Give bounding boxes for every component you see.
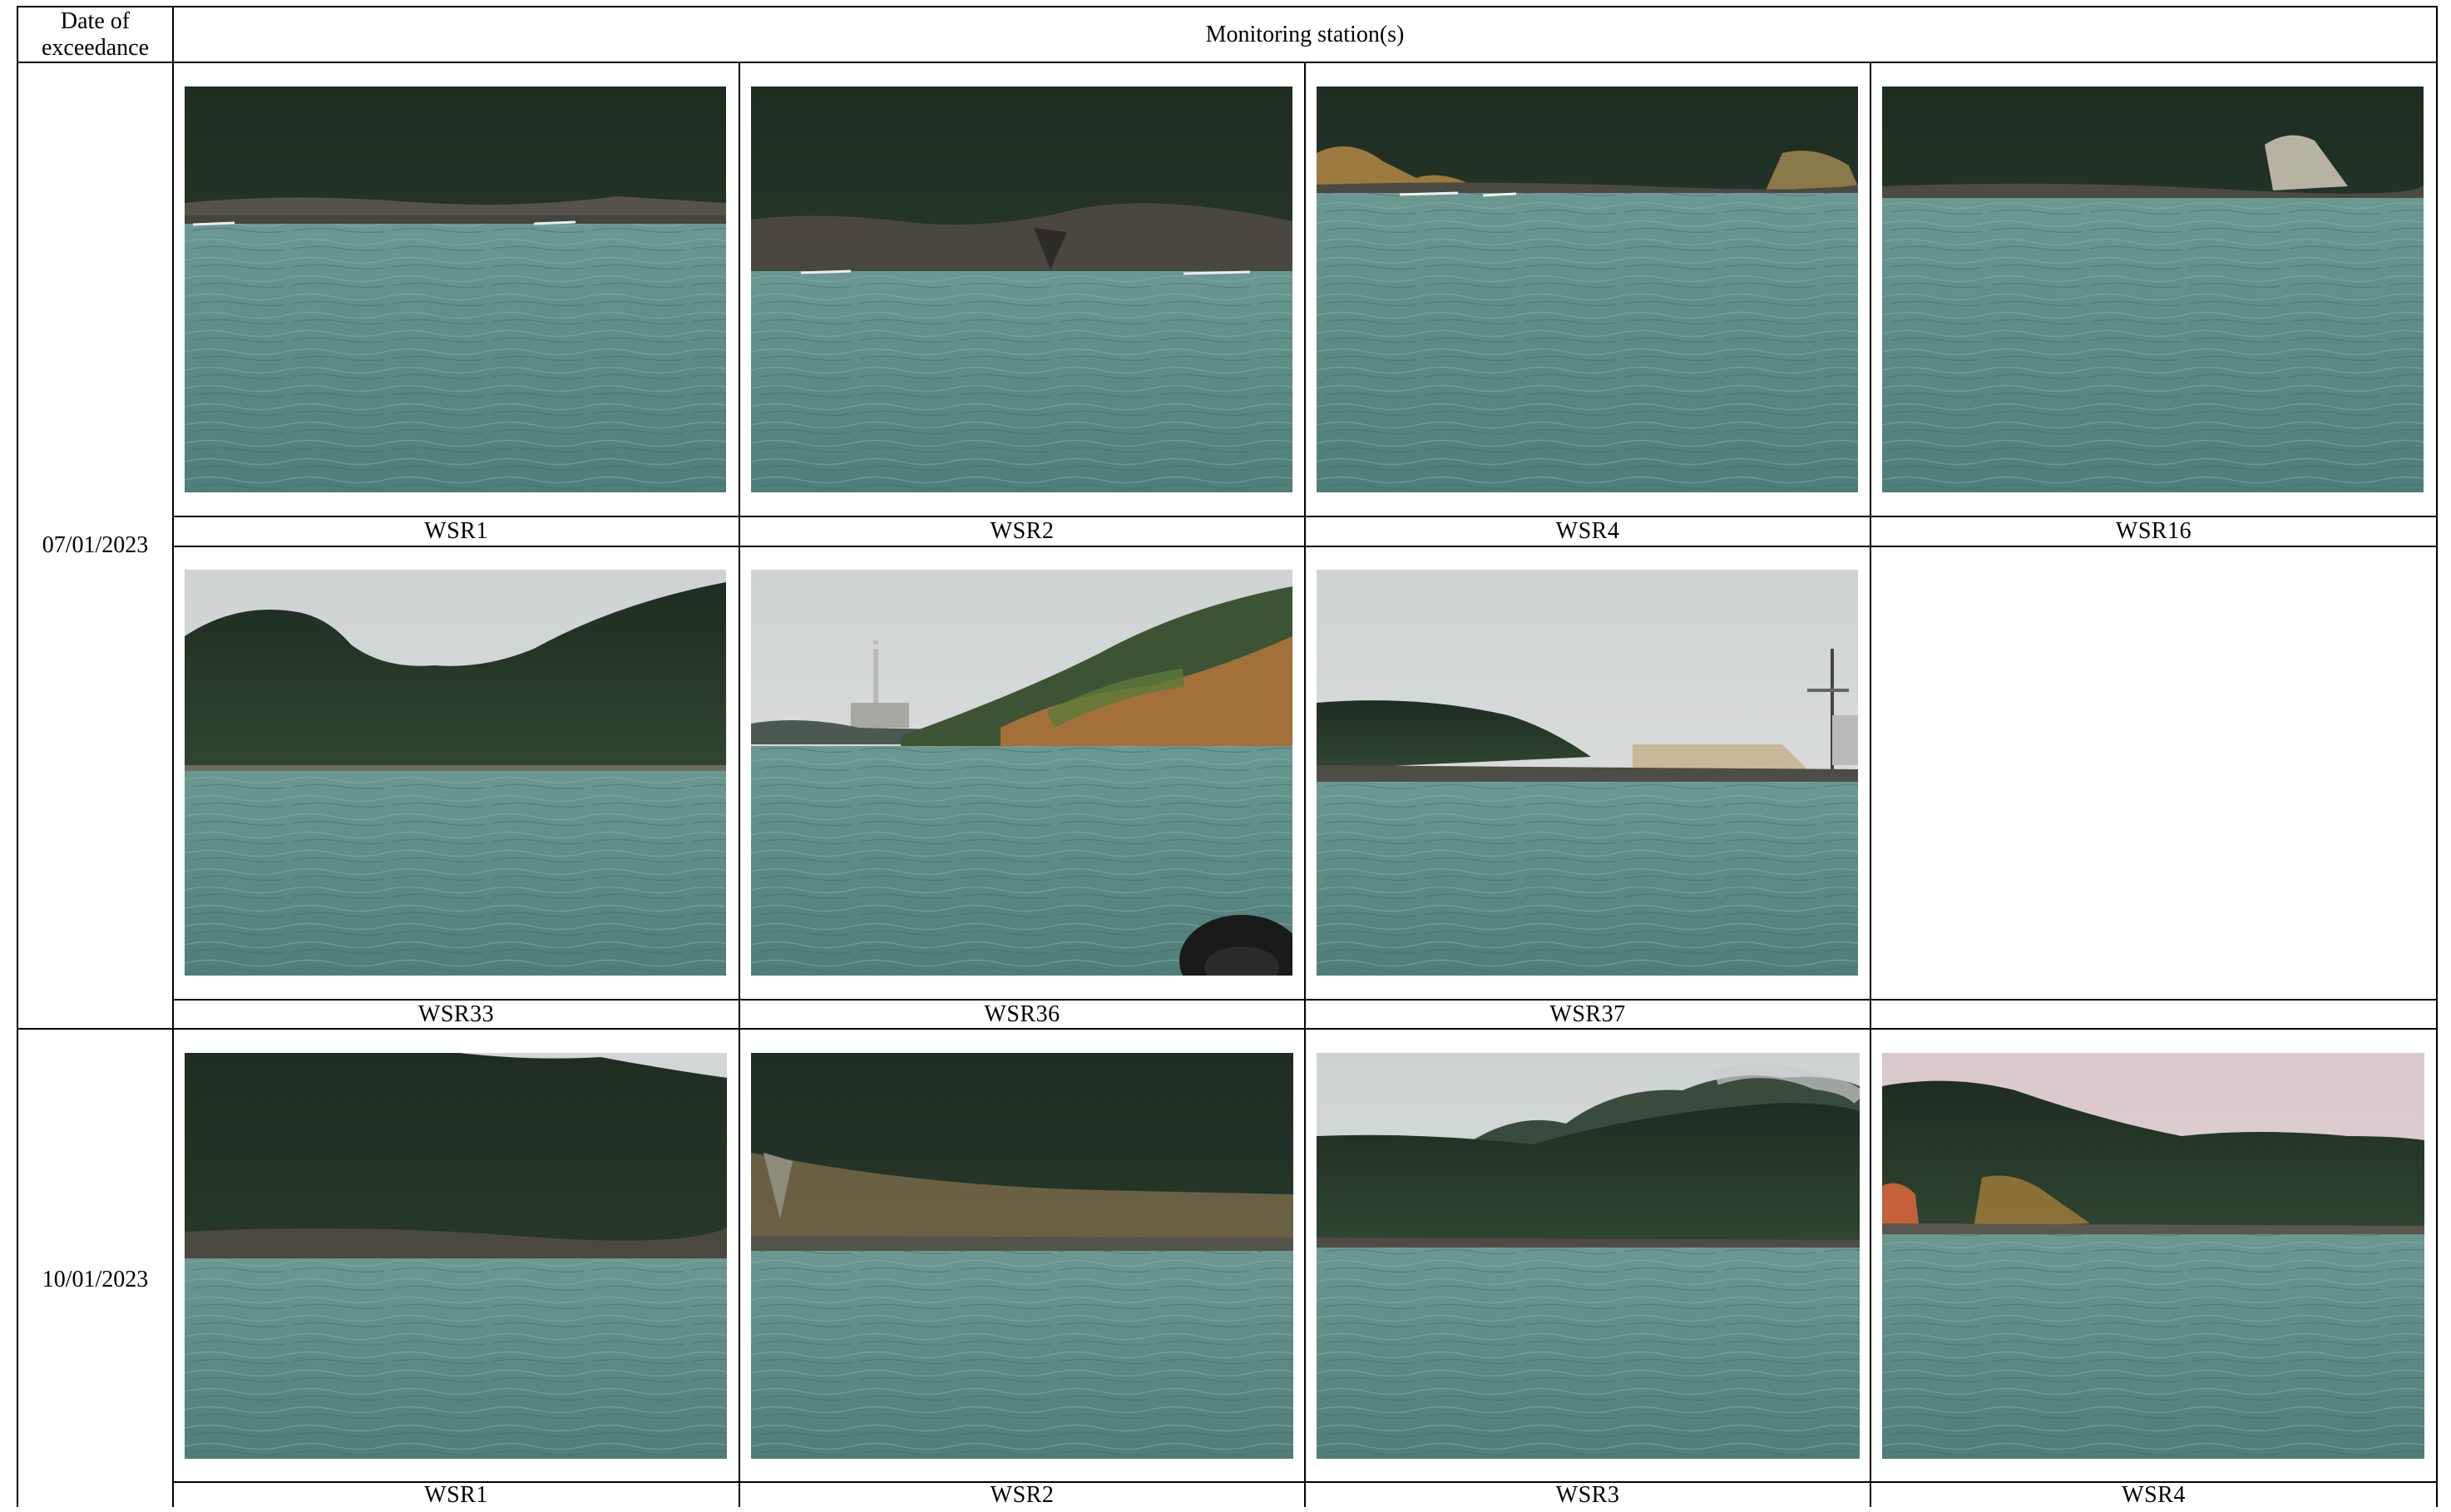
photo-scene-crane-low-shore — [1317, 570, 1858, 976]
photo-scene-rocky-shore-close — [751, 86, 1292, 492]
station-label: WSR2 — [740, 1481, 1304, 1508]
station-label: WSR37 — [1306, 1001, 1870, 1028]
station-label-text: WSR4 — [1555, 518, 1620, 544]
station-label-text: WSR33 — [418, 1001, 495, 1027]
station-label-text: WSR2 — [990, 1481, 1055, 1508]
station-photo — [185, 570, 726, 976]
date-cell: 07/01/2023 — [18, 63, 172, 1028]
station-label: WSR4 — [1306, 517, 1870, 546]
station-photo — [751, 86, 1292, 492]
station-photo — [1317, 1053, 1860, 1459]
station-photo — [1317, 570, 1858, 976]
empty-photo-cell — [1882, 570, 2424, 976]
station-label: WSR36 — [740, 1001, 1304, 1028]
station-label: WSR1 — [174, 1481, 739, 1508]
photo-scene-pink-sky-orange-cliff — [1882, 1053, 2424, 1459]
column-divider — [1304, 62, 1306, 1507]
column-divider — [739, 62, 740, 1507]
photo-scene-crane-hillside — [751, 570, 1292, 976]
station-photo — [1317, 86, 1858, 492]
station-photo — [751, 570, 1292, 976]
station-photo — [1882, 1053, 2424, 1459]
photo-scene-rocky-shore-orange — [1317, 86, 1858, 492]
station-photo — [185, 86, 726, 492]
photo-scene-rocky-shore — [185, 86, 726, 492]
station-label-text: WSR1 — [424, 518, 488, 544]
date-column-header-label: Date of exceedance — [42, 7, 149, 61]
date-cell: 10/01/2023 — [18, 1030, 172, 1512]
header-divider — [17, 62, 2438, 63]
station-label-text: WSR3 — [1555, 1481, 1620, 1508]
station-label-text: WSR4 — [2122, 1481, 2186, 1508]
photo-scene-rocky-shore-beach — [751, 1053, 1293, 1459]
station-label: WSR2 — [740, 517, 1304, 546]
photo-scene-mountains-cloud — [1317, 1053, 1860, 1459]
station-label: WSR1 — [174, 517, 739, 546]
date-column-divider — [172, 6, 174, 1507]
station-label-text: WSR1 — [424, 1481, 488, 1508]
stations-column-header-label: Monitoring station(s) — [1205, 21, 1405, 47]
station-label: WSR4 — [1871, 1481, 2436, 1508]
station-label: WSR3 — [1306, 1481, 1870, 1508]
photo-scene-rocky-shore-cliff — [1882, 86, 2424, 492]
station-label-text: WSR37 — [1549, 1001, 1626, 1027]
photo-scene-hillside-sky-corner — [185, 1053, 727, 1459]
station-label: WSR33 — [174, 1001, 739, 1028]
column-divider — [1870, 62, 1871, 1507]
stations-column-header: Monitoring station(s) — [174, 7, 2436, 62]
station-label — [1871, 1001, 2436, 1028]
group-divider — [17, 1028, 2438, 1030]
station-label: WSR16 — [1871, 517, 2436, 546]
station-label-text: WSR2 — [990, 518, 1055, 544]
date-column-header: Date of exceedance — [18, 7, 172, 62]
station-photo — [185, 1053, 727, 1459]
date-label: 10/01/2023 — [42, 1267, 149, 1292]
station-photo — [751, 1053, 1293, 1459]
station-label-text: WSR36 — [984, 1001, 1060, 1027]
photo-scene-hills-sky — [185, 570, 726, 976]
station-label-text: WSR16 — [2115, 518, 2192, 544]
date-label: 07/01/2023 — [42, 532, 149, 558]
table-border-right — [2436, 6, 2438, 1507]
station-photo — [1882, 86, 2424, 492]
